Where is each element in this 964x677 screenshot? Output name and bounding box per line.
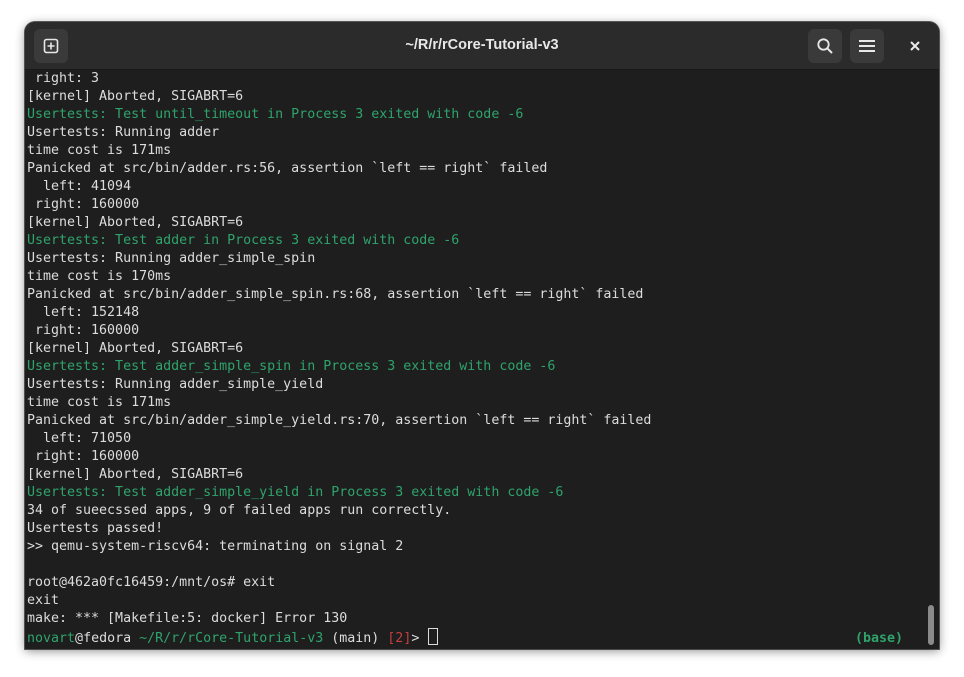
terminal-line: right: 3 [27,71,100,86]
terminal-line: [kernel] Aborted, SIGABRT=6 [27,215,244,230]
prompt-at: @ [75,631,84,646]
search-icon [817,38,833,54]
terminal-line: >> qemu-system-riscv64: terminating on s… [27,539,404,554]
terminal-line: time cost is 171ms [27,395,172,410]
terminal-line: Panicked at src/bin/adder_simple_spin.rs… [27,287,644,302]
prompt-branch: (main) [323,631,380,646]
terminal-line: left: 71050 [27,431,132,446]
terminal-line: Usertests: Running adder [27,125,220,140]
scrollbar[interactable] [923,70,939,649]
terminal-lines: right: 3 [kernel] Aborted, SIGABRT=6 Usert… [27,70,651,646]
terminal-line: Usertests: Test adder_simple_spin in Pro… [27,359,556,374]
terminal-line: exit [27,593,60,608]
new-tab-button[interactable] [34,29,68,63]
terminal-line: root@462a0fc16459:/mnt/os# exit [27,575,276,590]
terminal-line: Usertests: Test until_timeout in Process… [27,107,524,122]
new-tab-icon [43,38,59,54]
terminal-line: [kernel] Aborted, SIGABRT=6 [27,89,244,104]
close-icon [910,41,920,51]
hamburger-menu-icon [859,40,875,52]
terminal-line: Usertests: Test adder_simple_yield in Pr… [27,485,564,500]
scrollbar-thumb[interactable] [928,605,934,645]
prompt-host: fedora [83,631,132,646]
terminal-line: make: *** [Makefile:5: docker] Error 130 [27,611,348,626]
menu-button[interactable] [850,29,884,63]
prompt-path: ~/R/r/rCore-Tutorial-v3 [131,631,324,646]
prompt-symbol: > [411,631,428,646]
terminal-line: left: 152148 [27,305,140,320]
terminal-line: [kernel] Aborted, SIGABRT=6 [27,467,244,482]
titlebar: ~/R/r/rCore-Tutorial-v3 [25,22,939,70]
window-title: ~/R/r/rCore-Tutorial-v3 [405,37,559,53]
terminal-line: left: 41094 [27,179,132,194]
text-cursor [428,628,439,645]
terminal-line: time cost is 170ms [27,269,172,284]
terminal-line: time cost is 171ms [27,143,172,158]
terminal-line: Panicked at src/bin/adder.rs:56, asserti… [27,161,548,176]
terminal-line: Usertests: Running adder_simple_spin [27,251,316,266]
terminal-line: Panicked at src/bin/adder_simple_yield.r… [27,413,652,428]
terminal-line: Usertests passed! [27,521,164,536]
close-button[interactable] [898,29,932,63]
right-prompt-env: (base) [854,631,903,646]
prompt-status-code: [2] [379,631,412,646]
terminal-line: right: 160000 [27,449,140,464]
terminal-line: Usertests: Test adder in Process 3 exite… [27,233,460,248]
terminal-line: Usertests: Running adder_simple_yield [27,377,324,392]
prompt-user: novart [27,631,76,646]
terminal-line: right: 160000 [27,197,140,212]
shell-prompt[interactable]: novart@fedora ~/R/r/rCore-Tutorial-v3 (m… [27,628,651,646]
terminal-output[interactable]: right: 3 [kernel] Aborted, SIGABRT=6 Usert… [25,70,923,649]
terminal-window: ~/R/r/rCore-Tutorial-v3 right: 3 [kernel]… [25,22,939,649]
terminal-line: [kernel] Aborted, SIGABRT=6 [27,341,244,356]
terminal-line: right: 160000 [27,323,140,338]
search-button[interactable] [808,29,842,63]
terminal-line: 34 of sueecssed apps, 9 of failed apps r… [27,503,452,518]
